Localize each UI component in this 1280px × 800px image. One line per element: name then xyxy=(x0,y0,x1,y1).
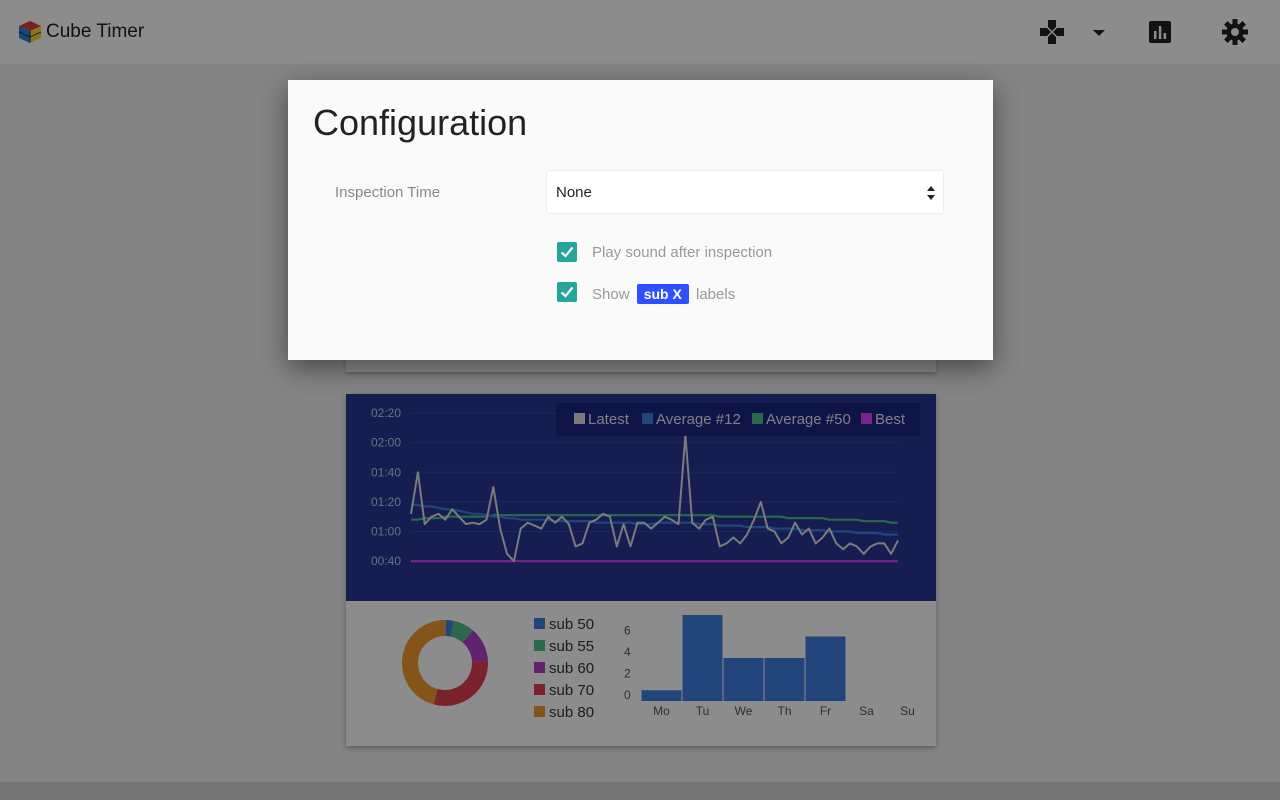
checkmark-icon xyxy=(560,286,574,298)
inspection-time-label: Inspection Time xyxy=(335,184,441,201)
sub-x-badge: sub X xyxy=(636,284,689,304)
show-labels-prefix: Show xyxy=(592,286,630,303)
play-sound-checkbox[interactable] xyxy=(557,242,577,262)
inspection-time-select[interactable]: None xyxy=(546,170,944,214)
checkmark-icon xyxy=(560,246,574,258)
show-labels-suffix: labels xyxy=(696,286,736,303)
inspection-time-value: None xyxy=(556,184,592,201)
show-labels-label: Show sub X labels xyxy=(592,284,735,304)
play-sound-label: Play sound after inspection xyxy=(592,244,773,261)
select-arrows-icon xyxy=(927,186,935,200)
configuration-dialog: Configuration Inspection Time None Play … xyxy=(288,80,993,360)
dialog-title: Configuration xyxy=(313,102,528,143)
show-labels-checkbox[interactable] xyxy=(557,282,577,302)
